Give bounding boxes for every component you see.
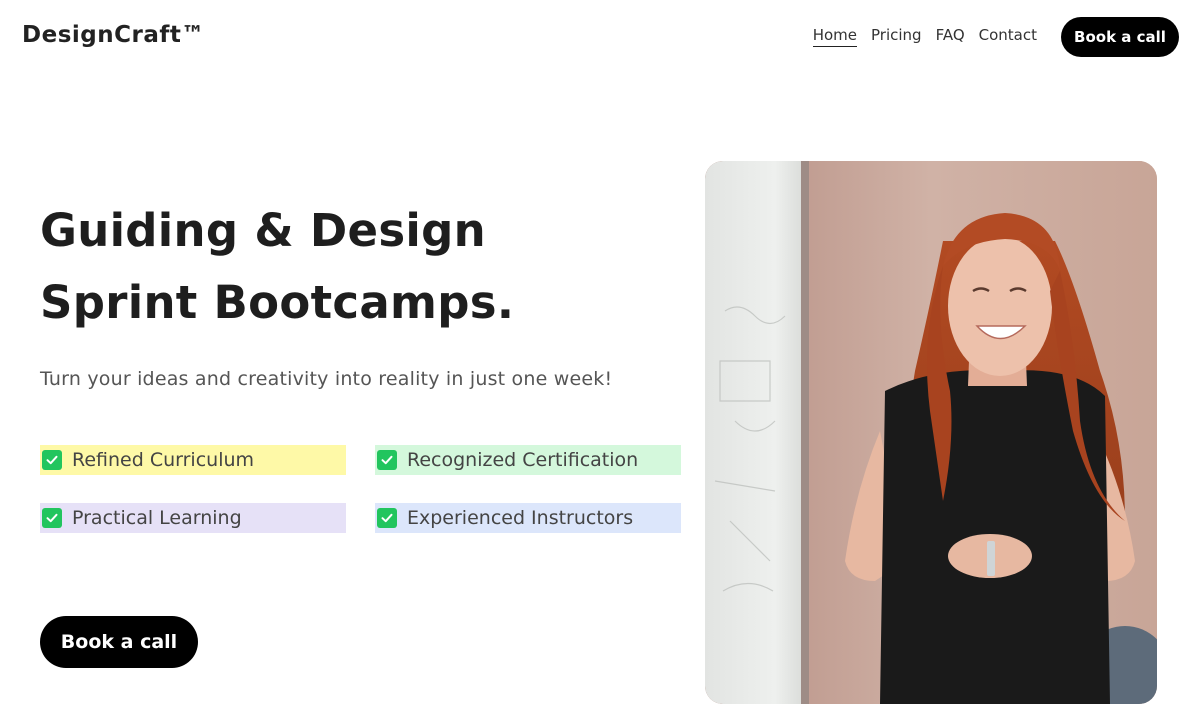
feature-recognized-certification: Recognized Certification bbox=[375, 445, 681, 475]
landing-page: DesignCraft™ Home Pricing FAQ Contact Bo… bbox=[0, 0, 1200, 722]
hero-book-call-button[interactable]: Book a call bbox=[40, 616, 198, 668]
nav-contact-link[interactable]: Contact bbox=[979, 26, 1037, 47]
hero-photo bbox=[705, 161, 1157, 704]
checkmark-icon bbox=[377, 450, 397, 470]
feature-label: Refined Curriculum bbox=[72, 449, 255, 471]
checkmark-icon bbox=[42, 508, 62, 528]
hero-subtitle: Turn your ideas and creativity into real… bbox=[40, 368, 613, 390]
nav-faq-link[interactable]: FAQ bbox=[936, 26, 965, 47]
feature-practical-learning: Practical Learning bbox=[40, 503, 346, 533]
woman-portrait-illustration bbox=[705, 161, 1157, 704]
checkmark-icon bbox=[42, 450, 62, 470]
main-nav: Home Pricing FAQ Contact bbox=[812, 26, 1037, 47]
hero-headline-line-1: Guiding & Design bbox=[40, 204, 486, 257]
nav-pricing-link[interactable]: Pricing bbox=[871, 26, 922, 47]
feature-label: Experienced Instructors bbox=[407, 507, 634, 529]
feature-label: Practical Learning bbox=[72, 507, 242, 529]
header-book-call-button[interactable]: Book a call bbox=[1061, 17, 1179, 57]
brand-logo[interactable]: DesignCraft™ bbox=[22, 22, 205, 48]
feature-label: Recognized Certification bbox=[407, 449, 639, 471]
feature-refined-curriculum: Refined Curriculum bbox=[40, 445, 346, 475]
checkmark-icon bbox=[377, 508, 397, 528]
hero-headline: Guiding & Design Sprint Bootcamps. bbox=[40, 195, 514, 339]
hero-headline-line-2: Sprint Bootcamps. bbox=[40, 276, 515, 329]
nav-home-link[interactable]: Home bbox=[812, 26, 858, 47]
feature-experienced-instructors: Experienced Instructors bbox=[375, 503, 681, 533]
